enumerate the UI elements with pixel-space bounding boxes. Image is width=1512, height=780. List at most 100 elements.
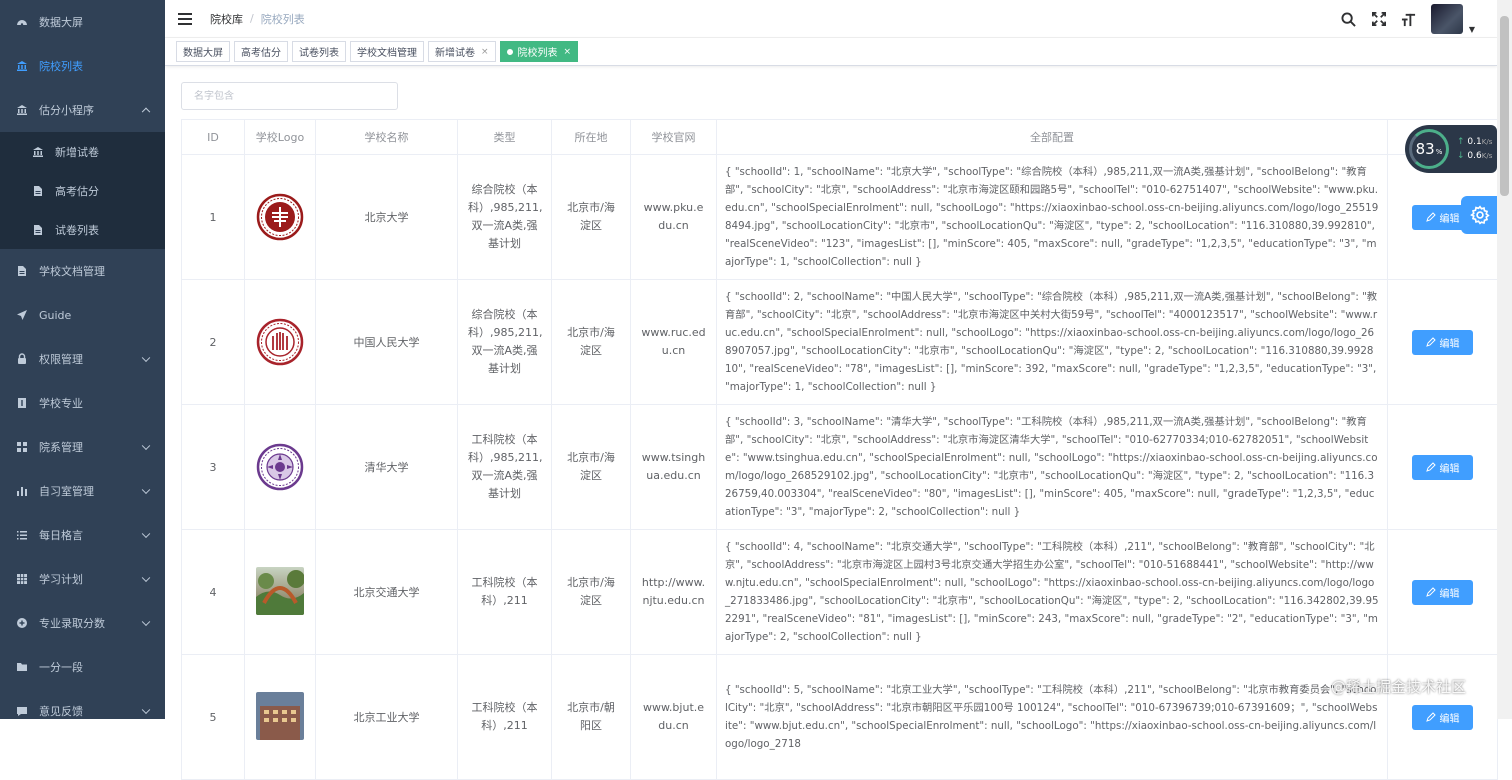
edit-icon — [1425, 712, 1436, 722]
column-header: 学校Logo — [244, 119, 316, 155]
dashboard-icon — [16, 16, 28, 28]
table-row: 4 北京交通大学 工科院校（本科）,211 北京市/海淀区 http://www.njt… — [181, 529, 1498, 655]
sidebar-item-label: 意见反馈 — [39, 705, 83, 718]
sidebar-subitem[interactable]: 新增试卷 — [0, 132, 165, 171]
sidebar-item[interactable]: 院系管理 — [0, 425, 165, 469]
fullscreen-icon[interactable] — [1371, 11, 1387, 27]
cell-school-type: 综合院校（本科）,985,211,双一流A类,强基计划 — [457, 154, 552, 280]
chevron-up-icon — [141, 107, 151, 117]
school-icon — [16, 104, 28, 116]
cell-location: 北京市/海淀区 — [551, 154, 631, 280]
edit-label: 编辑 — [1439, 213, 1460, 225]
document-icon — [16, 265, 28, 277]
cell-id: 1 — [181, 154, 245, 280]
tag-item[interactable]: 数据大屏 — [176, 41, 230, 62]
tag-item[interactable]: 新增试卷 × — [428, 41, 496, 62]
sidebar-item[interactable]: 学校文档管理 — [0, 249, 165, 293]
sidebar-subitem-label: 试卷列表 — [55, 223, 99, 237]
close-icon[interactable]: × — [564, 47, 572, 57]
network-speed-widget[interactable]: 83% ↑ 0.1K/s ↓ 0.6K/s — [1405, 125, 1497, 173]
sidebar-item-label: Guide — [39, 308, 72, 322]
sidebar-item-label: 数据大屏 — [39, 16, 83, 29]
breadcrumb: 院校库 / 院校列表 — [210, 11, 305, 27]
settings-gear-icon[interactable] — [1461, 196, 1499, 234]
usage-percent: 83 — [1415, 140, 1435, 158]
sidebar-subitem-label: 高考估分 — [55, 184, 99, 198]
cell-location: 北京市/朝阳区 — [551, 654, 631, 780]
page-scrollbar[interactable] — [1497, 0, 1512, 719]
column-header: 学校名称 — [315, 119, 458, 155]
tag-item[interactable]: 学校文档管理 — [350, 41, 424, 62]
tag-item[interactable]: 试卷列表 — [292, 41, 346, 62]
edit-button[interactable]: 编辑 — [1412, 704, 1473, 730]
sidebar-item[interactable]: 权限管理 — [0, 337, 165, 381]
sidebar-item-label: 估分小程序 — [39, 104, 94, 117]
sidebar-item[interactable]: Guide — [0, 293, 165, 337]
sidebar-item[interactable]: 学校专业 — [0, 381, 165, 425]
sidebar-item[interactable]: 学习计划 — [0, 557, 165, 601]
school-table: ID 学校Logo 学校名称 类型 所在地 学校官网 全部配置 1 北京大学 综合院校（本科）,… — [181, 119, 1498, 780]
sidebar-subitem[interactable]: 试卷列表 — [0, 210, 165, 249]
edit-button[interactable]: 编辑 — [1412, 329, 1473, 355]
sidebar-item[interactable]: 数据大屏 — [0, 0, 165, 44]
download-unit: K/s — [1481, 152, 1493, 160]
search-input[interactable] — [181, 82, 398, 110]
book-icon — [16, 397, 28, 409]
cell-id: 5 — [181, 654, 245, 780]
tag-item[interactable]: 院校列表 × — [499, 41, 579, 62]
cell-config: { "schoolId": 2, "schoolName": "中国人民大学",… — [716, 279, 1388, 405]
column-header: 学校官网 — [630, 119, 717, 155]
tag-item[interactable]: 高考估分 — [234, 41, 288, 62]
edit-label: 编辑 — [1439, 588, 1460, 600]
sidebar-item[interactable]: 专业录取分数 — [0, 601, 165, 645]
cell-website: http://www.njtu.edu.cn — [630, 529, 717, 655]
edit-icon — [1425, 462, 1436, 472]
upload-value: 0.1 — [1467, 137, 1482, 147]
search-icon[interactable] — [1341, 11, 1357, 27]
chevron-down-icon — [141, 705, 151, 715]
hamburger-icon[interactable] — [178, 12, 192, 25]
main-area: 院校库 / 院校列表 ▼ 数据大屏 高考估分 试卷列表 学校文档管理 新增试卷 × 院校列表… — [165, 0, 1498, 780]
sidebar-submenu: 新增试卷高考估分试卷列表 — [0, 132, 165, 249]
table-row: 2 中国人民大学 综合院校（本科）,985,211,双一流A类,强基计划 北京市/海淀… — [181, 279, 1498, 405]
tag-label: 学校文档管理 — [357, 48, 417, 59]
font-size-icon[interactable] — [1401, 11, 1417, 27]
sidebar-item[interactable]: 估分小程序 — [0, 88, 165, 132]
sidebar: 数据大屏院校列表估分小程序新增试卷高考估分试卷列表学校文档管理 Guide 权限管理… — [0, 0, 165, 719]
sidebar-item[interactable]: 每日格言 — [0, 513, 165, 557]
avatar[interactable] — [1430, 4, 1463, 34]
sidebar-item[interactable]: 一分一段 — [0, 645, 165, 689]
table-row: 3 清华大学 工科院校（本科）,985,211,双一流A类,强基计划 北京市/海淀区 w… — [181, 404, 1498, 530]
caret-down-icon[interactable]: ▼ — [1469, 25, 1475, 34]
cell-location: 北京市/海淀区 — [551, 404, 631, 530]
cell-config: { "schoolId": 3, "schoolName": "清华大学", "… — [716, 404, 1388, 530]
column-header: 全部配置 — [716, 119, 1388, 155]
sidebar-item-label: 一分一段 — [39, 661, 83, 674]
edit-icon — [1425, 337, 1436, 347]
scrollbar-thumb[interactable] — [1500, 16, 1509, 196]
close-icon[interactable]: × — [481, 47, 489, 57]
cell-school-name: 北京交通大学 — [315, 529, 458, 655]
column-header: 类型 — [457, 119, 552, 155]
cell-id: 3 — [181, 404, 245, 530]
sidebar-item-label: 院校列表 — [39, 60, 83, 73]
cell-config: { "schoolId": 4, "schoolName": "北京交通大学",… — [716, 529, 1388, 655]
breadcrumb-root[interactable]: 院校库 — [210, 11, 243, 27]
plus-circle-icon — [16, 617, 28, 629]
sidebar-item[interactable]: 院校列表 — [0, 44, 165, 88]
school-icon — [32, 146, 44, 158]
sidebar-subitem[interactable]: 高考估分 — [0, 171, 165, 210]
sidebar-item-label: 学校文档管理 — [39, 265, 105, 278]
breadcrumb-current: 院校列表 — [260, 12, 305, 26]
column-header: ID — [181, 119, 245, 155]
table-row: 5 北京工业大学 工科院校（本科）,211 北京市/朝阳区 www.bjut.edu.c… — [181, 654, 1498, 780]
sidebar-item-label: 自习室管理 — [39, 485, 94, 498]
cell-school-type: 综合院校（本科）,985,211,双一流A类,强基计划 — [457, 279, 552, 405]
navbar: 院校库 / 院校列表 ▼ — [165, 0, 1497, 38]
edit-button[interactable]: 编辑 — [1412, 579, 1473, 605]
cell-actions: 编辑 — [1387, 279, 1498, 405]
sidebar-item[interactable]: 意见反馈 — [0, 689, 165, 719]
edit-button[interactable]: 编辑 — [1412, 454, 1473, 480]
sidebar-item[interactable]: 自习室管理 — [0, 469, 165, 513]
active-dot-icon — [506, 48, 513, 55]
